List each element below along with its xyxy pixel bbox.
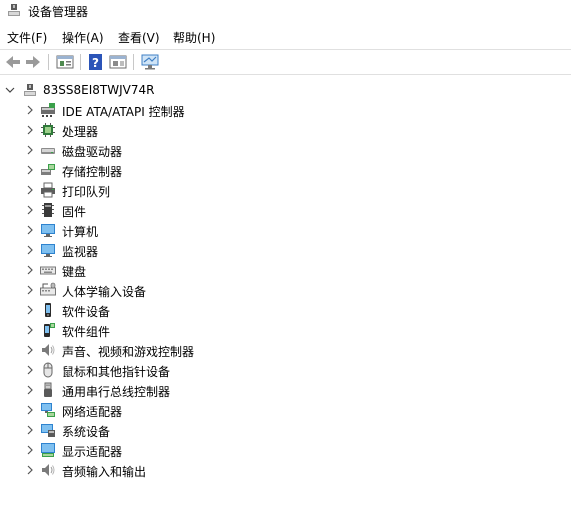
tree-node[interactable]: 存储控制器 (0, 160, 571, 180)
chevron-right-icon[interactable] (24, 404, 36, 416)
toolbar-separator (48, 54, 49, 70)
chevron-right-icon[interactable] (24, 444, 36, 456)
tree-node-label: 软件组件 (62, 325, 111, 339)
speaker-icon (42, 464, 55, 476)
toolbar-separator (80, 54, 81, 70)
storage-controller-icon (41, 164, 55, 175)
chevron-right-icon[interactable] (24, 124, 36, 136)
tree-node[interactable]: 计算机 (0, 220, 571, 240)
chevron-right-icon[interactable] (24, 384, 36, 396)
tree-node[interactable]: 固件 (0, 200, 571, 220)
chevron-right-icon[interactable] (24, 424, 36, 436)
processor-icon (41, 123, 55, 137)
menu-action[interactable]: 操作(A) (62, 29, 104, 46)
hid-icon (40, 282, 56, 296)
title-bar: 设备管理器 (0, 0, 571, 22)
tree-node-label: 系统设备 (62, 425, 111, 439)
monitor-icon (41, 224, 55, 237)
tree-node-label: 磁盘驱动器 (62, 145, 123, 159)
tree-node-label: 音频输入和输出 (62, 465, 147, 479)
firmware-icon (42, 203, 54, 217)
usb-icon (44, 382, 52, 397)
chevron-right-icon[interactable] (24, 344, 36, 356)
tree-node[interactable]: IDE ATA/ATAPI 控制器 (0, 100, 571, 120)
disk-drive-icon (41, 148, 55, 154)
device-manager-icon (8, 4, 20, 16)
tree-node[interactable]: 显示适配器 (0, 440, 571, 460)
chevron-right-icon[interactable] (24, 164, 36, 176)
window-title: 设备管理器 (28, 5, 89, 19)
help-icon[interactable]: ? (87, 53, 105, 71)
menu-help[interactable]: 帮助(H) (173, 29, 215, 46)
chevron-right-icon[interactable] (24, 264, 36, 276)
tree-node-label: 通用串行总线控制器 (62, 385, 171, 399)
tree-node[interactable]: 人体学输入设备 (0, 280, 571, 300)
toolbar-separator (133, 54, 134, 70)
chevron-right-icon[interactable] (24, 204, 36, 216)
tree-node-label: 声音、视频和游戏控制器 (62, 345, 195, 359)
tree-node[interactable]: 软件组件 (0, 320, 571, 340)
tree-node-label: 人体学输入设备 (62, 285, 147, 299)
network-icon (41, 403, 55, 417)
back-icon[interactable] (4, 53, 22, 71)
ide-controller-icon (41, 103, 55, 117)
display-adapter-icon (41, 443, 55, 457)
mouse-icon (43, 362, 53, 378)
tree-node[interactable]: 磁盘驱动器 (0, 140, 571, 160)
tree-node-label: 软件设备 (62, 305, 111, 319)
tree-node[interactable]: 网络适配器 (0, 400, 571, 420)
tree-node-label: 监视器 (62, 245, 99, 259)
forward-icon[interactable] (24, 53, 42, 71)
system-device-icon (41, 424, 55, 437)
tree-node-label: IDE ATA/ATAPI 控制器 (62, 105, 185, 119)
chevron-right-icon[interactable] (24, 104, 36, 116)
tree-root-node[interactable]: 83SS8EI8TWJV74R (0, 80, 571, 100)
menu-bar: 文件(F) 操作(A) 查看(V) 帮助(H) (0, 26, 571, 48)
chevron-right-icon[interactable] (24, 364, 36, 376)
tree-node[interactable]: 通用串行总线控制器 (0, 380, 571, 400)
chevron-right-icon[interactable] (24, 304, 36, 316)
menu-view[interactable]: 查看(V) (118, 29, 160, 46)
tree-node[interactable]: 软件设备 (0, 300, 571, 320)
show-hidden-icon[interactable] (109, 53, 127, 71)
scan-hardware-icon[interactable] (141, 53, 159, 71)
printer-icon (41, 182, 55, 198)
tree-root-label: 83SS8EI8TWJV74R (43, 83, 155, 97)
svg-text:?: ? (92, 56, 99, 70)
chevron-right-icon[interactable] (24, 144, 36, 156)
software-component-icon (44, 323, 55, 337)
tree-node-label: 打印队列 (62, 185, 111, 199)
tree-node[interactable]: 键盘 (0, 260, 571, 280)
tree-node[interactable]: 鼠标和其他指针设备 (0, 360, 571, 380)
properties-icon[interactable] (56, 53, 74, 71)
keyboard-icon (40, 266, 56, 275)
tree-node-label: 鼠标和其他指针设备 (62, 365, 171, 379)
tree-node-label: 网络适配器 (62, 405, 123, 419)
chevron-down-icon[interactable] (4, 84, 16, 96)
menu-file[interactable]: 文件(F) (7, 29, 47, 46)
tree-node-label: 计算机 (62, 225, 99, 239)
toolbar: ? (0, 49, 571, 75)
tree-node[interactable]: 声音、视频和游戏控制器 (0, 340, 571, 360)
chevron-right-icon[interactable] (24, 324, 36, 336)
software-device-icon (45, 303, 51, 317)
tree-node[interactable]: 系统设备 (0, 420, 571, 440)
tree-node[interactable]: 音频输入和输出 (0, 460, 571, 480)
monitor-icon (41, 244, 55, 257)
tree-node[interactable]: 处理器 (0, 120, 571, 140)
computer-icon (24, 84, 36, 96)
chevron-right-icon[interactable] (24, 464, 36, 476)
chevron-right-icon[interactable] (24, 284, 36, 296)
tree-node-label: 固件 (62, 205, 87, 219)
tree-node-label: 显示适配器 (62, 445, 123, 459)
chevron-right-icon[interactable] (24, 224, 36, 236)
tree-node-label: 存储控制器 (62, 165, 123, 179)
tree-node-label: 处理器 (62, 125, 99, 139)
tree-node-label: 键盘 (62, 265, 87, 279)
chevron-right-icon[interactable] (24, 244, 36, 256)
tree-node[interactable]: 打印队列 (0, 180, 571, 200)
chevron-right-icon[interactable] (24, 184, 36, 196)
speaker-icon (42, 344, 55, 356)
tree-node[interactable]: 监视器 (0, 240, 571, 260)
